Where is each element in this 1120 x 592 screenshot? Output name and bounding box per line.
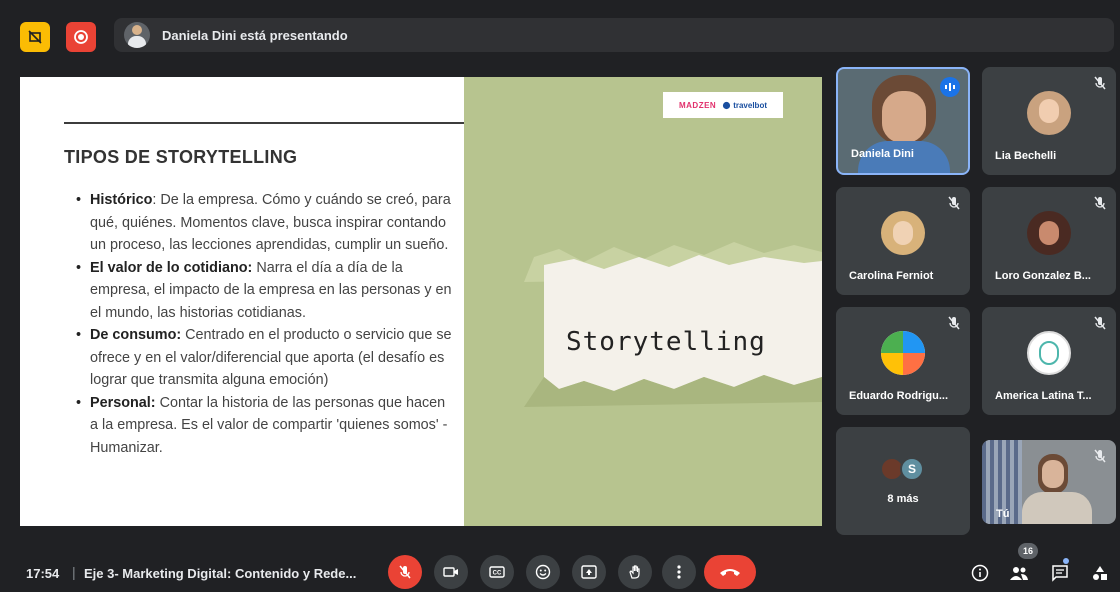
- mic-off-icon: [948, 316, 960, 330]
- participant-name: Tú: [996, 508, 1010, 520]
- mic-off-icon: [1094, 316, 1106, 330]
- bullet-item: Personal: Contar la historia de las pers…: [76, 392, 456, 460]
- storytelling-word: Storytelling: [566, 327, 766, 357]
- presenter-text: Daniela Dini está presentando: [162, 27, 348, 43]
- more-vert-icon[interactable]: [662, 555, 696, 589]
- avatar: [1027, 331, 1071, 375]
- raise-hand-icon[interactable]: [618, 555, 652, 589]
- participant-tile-lia[interactable]: Lia Bechelli: [982, 67, 1116, 175]
- participant-tile-daniela[interactable]: Daniela Dini: [836, 67, 970, 175]
- mic-off-icon[interactable]: [388, 555, 422, 589]
- chat-notification-dot: [1063, 558, 1069, 564]
- slide-title: TIPOS DE STORYTELLING: [64, 147, 298, 167]
- presenter-banner: Daniela Dini está presentando: [114, 18, 1114, 52]
- avatar: S: [900, 457, 924, 481]
- info-icon[interactable]: [968, 561, 992, 585]
- presentation-stage: TIPOS DE STORYTELLING Histórico: De la e…: [20, 77, 822, 526]
- slide-divider: [64, 122, 464, 124]
- pin-off-icon[interactable]: [20, 22, 50, 52]
- participant-name: Eduardo Rodrigu...: [849, 390, 948, 402]
- torn-paper-graphic: [524, 242, 822, 407]
- more-participants-label: 8 más: [887, 493, 919, 505]
- participant-name: Lia Bechelli: [995, 150, 1057, 162]
- meeting-time: 17:54: [26, 566, 60, 581]
- participant-tile-america[interactable]: America Latina T...: [982, 307, 1116, 415]
- meeting-title: Eje 3- Marketing Digital: Contenido y Re…: [84, 566, 357, 581]
- avatar: [881, 211, 925, 255]
- captions-icon[interactable]: CC: [480, 555, 514, 589]
- participant-tile-self[interactable]: Tú: [982, 440, 1116, 524]
- participant-tile-eduardo[interactable]: Eduardo Rodrigu...: [836, 307, 970, 415]
- mic-off-icon: [1094, 449, 1106, 463]
- slide-text-panel: TIPOS DE STORYTELLING Histórico: De la e…: [20, 77, 464, 526]
- participant-name: Daniela Dini: [851, 148, 914, 160]
- brand-logos: MADZEN travelbot: [663, 92, 783, 118]
- avatar: [1027, 91, 1071, 135]
- hangup-icon[interactable]: [704, 555, 756, 589]
- presenter-avatar: [124, 22, 150, 48]
- madzen-logo: MADZEN: [678, 100, 717, 110]
- top-bar: Daniela Dini está presentando: [0, 0, 1120, 68]
- people-icon[interactable]: [1007, 561, 1031, 585]
- bottom-control-bar: 17:54 | Eje 3- Marketing Digital: Conten…: [0, 543, 1120, 592]
- participant-name: Loro Gonzalez B...: [995, 270, 1091, 282]
- mic-off-icon: [948, 196, 960, 210]
- separator: |: [72, 564, 76, 580]
- participant-tile-more[interactable]: S 8 más: [836, 427, 970, 535]
- camera-icon[interactable]: [434, 555, 468, 589]
- mic-off-icon: [1094, 196, 1106, 210]
- avatar: [881, 331, 925, 375]
- svg-text:CC: CC: [493, 571, 502, 577]
- present-icon[interactable]: [572, 555, 606, 589]
- participant-name: Carolina Ferniot: [849, 270, 934, 282]
- slide-bullet-list: Histórico: De la empresa. Cómo y cuándo …: [76, 189, 456, 459]
- bullet-item: De consumo: Centrado en el producto o se…: [76, 324, 456, 392]
- slide-image-panel: MADZEN travelbot Storytelling: [464, 77, 822, 526]
- activities-icon[interactable]: [1088, 561, 1112, 585]
- bullet-item: El valor de lo cotidiano: Narra el día a…: [76, 257, 456, 325]
- avatar: [1027, 211, 1071, 255]
- participant-name: America Latina T...: [995, 390, 1092, 402]
- chat-icon[interactable]: [1048, 561, 1072, 585]
- emoji-icon[interactable]: [526, 555, 560, 589]
- record-icon[interactable]: [66, 22, 96, 52]
- bullet-item: Histórico: De la empresa. Cómo y cuándo …: [76, 189, 456, 257]
- participant-tile-loro[interactable]: Loro Gonzalez B...: [982, 187, 1116, 295]
- participant-tile-carolina[interactable]: Carolina Ferniot: [836, 187, 970, 295]
- people-count-badge: 16: [1018, 543, 1038, 559]
- mic-off-icon: [1094, 76, 1106, 90]
- speaking-indicator-icon: [940, 77, 960, 97]
- travelbot-logo: travelbot: [722, 101, 767, 110]
